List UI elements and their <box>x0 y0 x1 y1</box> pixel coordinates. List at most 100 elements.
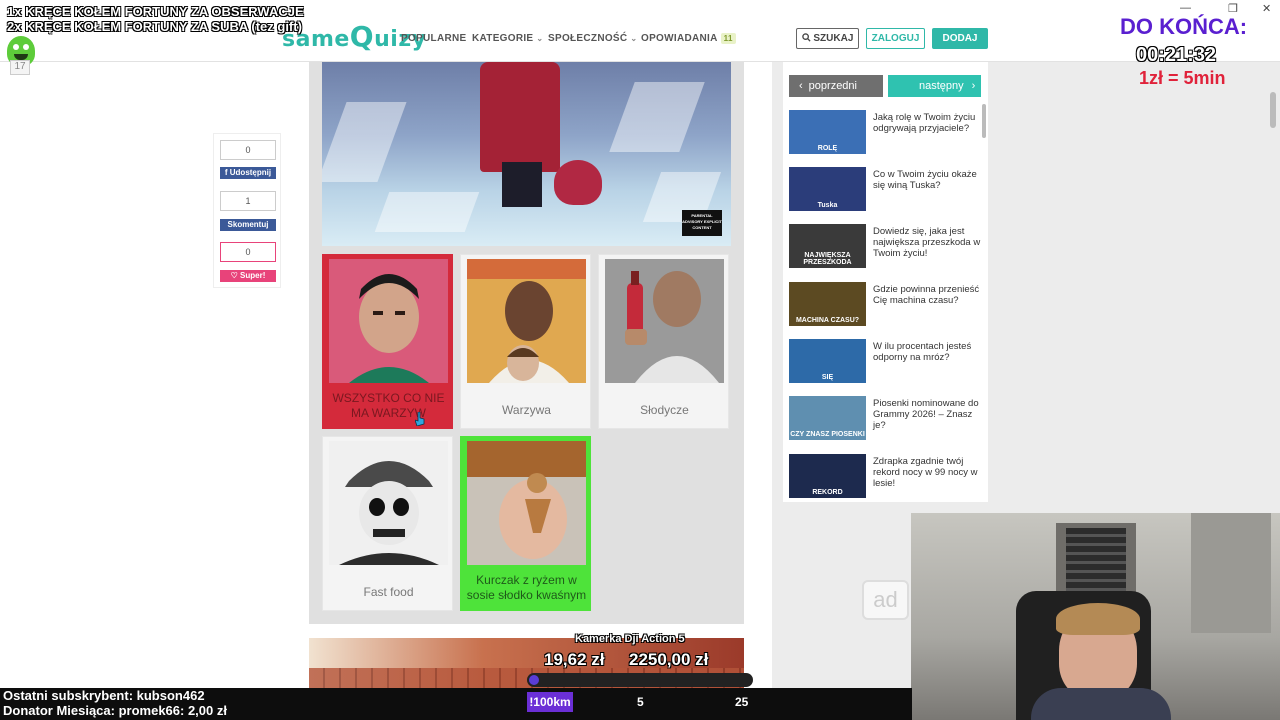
next-button[interactable]: następny › <box>888 75 981 97</box>
nav-opowiadania-label: OPOWIADANIA <box>641 33 718 44</box>
count-badge: 11 <box>720 33 736 44</box>
nav-popularne[interactable]: POPULARNE <box>401 33 466 44</box>
related-title: Gdzie powinna przenieść Cię machina czas… <box>873 284 980 306</box>
answer-image <box>467 441 586 565</box>
answer-image <box>467 259 586 383</box>
hand-cursor-icon <box>415 412 425 426</box>
answer-label: WSZYSTKO CO NIE MA WARZYW <box>332 391 445 420</box>
related-quiz-item[interactable]: CZY ZNASZ PIOSENKI Piosenki nominowane d… <box>789 396 979 441</box>
ice-shard <box>374 192 480 232</box>
donor-of-month: Donator Miesiąca: promek66: 2,00 zł <box>3 703 227 718</box>
share-button[interactable]: f Udostępnij <box>220 167 276 179</box>
related-title: Jaką rolę w Twoim życiu odgrywają przyja… <box>873 112 976 134</box>
share-panel: 0 f Udostępnij 1 Skomentuj 0 ♡ Super! <box>213 133 281 288</box>
km-tick: 5 <box>637 695 644 709</box>
related-thumbnail: Tuska <box>789 167 866 211</box>
share-count: 0 <box>220 140 276 160</box>
chevron-down-icon: ⌄ <box>536 34 544 43</box>
related-title: Piosenki nominowane do Grammy 2026! – Zn… <box>873 398 979 431</box>
answer-label: Kurczak z ryżem w sosie słodko kwaśnym <box>466 573 587 602</box>
timer-title: DO KOŃCA: <box>1120 14 1248 39</box>
overlay-rule-sub: 2x KRĘCE KOŁEM FORTUNY ZA SUBA (tez gift… <box>7 19 302 34</box>
related-quiz-item[interactable]: ROLĘ Jaką rolę w Twoim życiu odgrywają p… <box>789 110 979 155</box>
thumb-text: REKORD <box>812 489 843 496</box>
comment-button[interactable]: Skomentuj <box>220 219 276 231</box>
related-thumbnail: CZY ZNASZ PIOSENKI <box>789 396 866 440</box>
sidebar-scrollbar[interactable] <box>982 104 986 138</box>
cam-radiator <box>1191 513 1271 633</box>
related-title: Zdrapka zgadnie twój rekord nocy w 99 no… <box>873 456 978 489</box>
super-button[interactable]: ♡ Super! <box>220 270 276 282</box>
search-label: SZUKAJ <box>813 33 854 44</box>
nav-kategorie[interactable]: KATEGORIE ⌄ <box>472 33 543 44</box>
page: sameQuizy POPULARNE KATEGORIE ⌄ SPOŁECZNO… <box>0 0 1280 720</box>
page-scrollbar[interactable] <box>1270 92 1276 128</box>
thumb-text: SIĘ <box>821 374 834 381</box>
search-icon <box>801 33 811 42</box>
logo-q: Q <box>349 20 375 53</box>
emote-badge: 17 <box>10 60 30 75</box>
answer-option[interactable]: Warzywa <box>460 254 591 429</box>
prev-label: poprzedni <box>808 80 857 92</box>
answer-option[interactable]: Słodycze <box>598 254 729 429</box>
goal-progress-bar <box>527 673 753 687</box>
related-quiz-item[interactable]: NAJWIĘKSZA PRZESZKODA Dowiedz się, jaka … <box>789 224 981 269</box>
add-button[interactable]: DODAJ <box>932 28 988 49</box>
nav-spolecznosc[interactable]: SPOŁECZNOŚĆ ⌄ <box>548 33 637 44</box>
search-button[interactable]: SZUKAJ <box>796 28 859 49</box>
emote-eye <box>13 44 19 50</box>
chevron-left-icon: ‹ <box>799 80 803 92</box>
goal-target: 2250,00 zł <box>629 650 709 669</box>
super-count: 0 <box>220 242 276 262</box>
close-icon[interactable]: ✕ <box>1262 2 1271 15</box>
answer-label: Warzywa <box>502 403 551 417</box>
thumb-text: Tuska <box>817 202 838 209</box>
related-quiz-item[interactable]: SIĘ W ilu procentach jesteś odporny na m… <box>789 339 979 384</box>
share-label: Udostępnij <box>229 168 272 177</box>
answer-label: Fast food <box>363 585 414 599</box>
answer-label: Słodycze <box>640 403 689 417</box>
overlay-rule-follow: 1x KRĘCE KOŁEM FORTUNY ZA OBSERWACJE <box>7 4 304 19</box>
thumb-text: NAJWIĘKSZA PRZESZKODA <box>803 252 852 266</box>
answer-option[interactable]: WSZYSTKO CO NIE MA WARZYW <box>322 254 453 429</box>
comment-count: 1 <box>220 191 276 211</box>
thumb-text: CZY ZNASZ PIOSENKI <box>790 431 865 438</box>
login-button[interactable]: ZALOGUJ <box>866 28 925 49</box>
related-title: W ilu procentach jesteś odporny na mróz? <box>873 341 972 363</box>
chevron-down-icon: ⌄ <box>630 34 638 43</box>
related-thumbnail: MACHINA CZASU? <box>789 282 866 326</box>
chevron-right-icon: › <box>971 80 976 92</box>
nav-kategorie-label: KATEGORIE <box>472 33 534 44</box>
cam-person-hair <box>1056 603 1140 635</box>
related-thumbnail: NAJWIĘKSZA PRZESZKODA <box>789 224 866 268</box>
goal-progress-fill <box>529 675 539 685</box>
ice-shard <box>322 102 407 182</box>
related-quiz-item[interactable]: REKORD Zdrapka zgadnie twój rekord nocy … <box>789 454 979 499</box>
answer-image <box>329 259 448 383</box>
thumb-text: MACHINA CZASU? <box>795 317 860 324</box>
related-thumbnail: ROLĘ <box>789 110 866 154</box>
km-command-badge: !100km <box>527 692 573 712</box>
red-sack <box>554 160 602 205</box>
nav-popularne-label: POPULARNE <box>401 33 467 44</box>
answer-image <box>605 259 724 383</box>
timer-rate: 1zł = 5min <box>1139 68 1226 88</box>
answer-option[interactable]: Kurczak z ryżem w sosie słodko kwaśnym <box>460 436 591 611</box>
related-quiz-item[interactable]: MACHINA CZASU? Gdzie powinna przenieść C… <box>789 282 979 327</box>
ad-badge: ad <box>862 580 909 620</box>
answer-option[interactable]: Fast food <box>322 436 453 611</box>
ice-shard <box>609 82 705 152</box>
figure-legs <box>502 162 542 207</box>
km-tick: 25 <box>735 695 749 709</box>
thumb-text: ROLĘ <box>817 145 838 152</box>
related-title: Dowiedz się, jaka jest największa przesz… <box>873 226 981 259</box>
minimize-icon[interactable]: — <box>1180 2 1191 14</box>
goal-current: 19,62 zł <box>544 650 605 669</box>
related-title: Co w Twoim życiu okaże się winą Tuska? <box>873 169 977 191</box>
nav-spolecznosc-label: SPOŁECZNOŚĆ <box>548 33 628 44</box>
nav-opowiadania[interactable]: OPOWIADANIA 11 <box>641 33 736 44</box>
prev-button[interactable]: ‹ poprzedni <box>789 75 883 97</box>
cam-person-shirt <box>1031 688 1171 720</box>
webcam-feed <box>911 513 1280 720</box>
related-quiz-item[interactable]: Tuska Co w Twoim życiu okaże się winą Tu… <box>789 167 979 212</box>
